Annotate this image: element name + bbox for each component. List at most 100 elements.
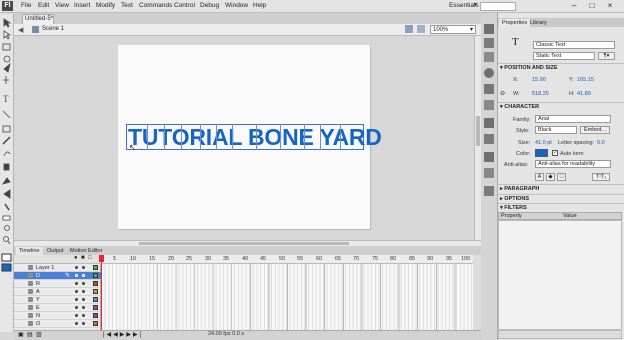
anti-alias-value: Anti-alias for readability xyxy=(538,161,596,167)
menu-debug[interactable]: Debug xyxy=(200,2,219,9)
text-color-swatch[interactable] xyxy=(535,149,548,157)
menu-window[interactable]: Window xyxy=(225,2,248,9)
info-panel-icon[interactable] xyxy=(484,68,494,78)
layer-row[interactable]: D ✎ xyxy=(14,272,101,280)
minimize-button[interactable]: – xyxy=(567,1,581,12)
layer-color-swatch[interactable] xyxy=(93,321,98,326)
new-layer-icon[interactable]: ▣ xyxy=(18,331,24,338)
layer-name: Layer 1 xyxy=(36,265,55,271)
text-orientation-button[interactable]: ¶▾ xyxy=(598,52,615,60)
edit-symbols-icon[interactable] xyxy=(417,25,425,33)
font-style-select[interactable]: Black xyxy=(535,126,577,134)
text-engine-select[interactable]: Classic Text xyxy=(533,41,615,49)
layer-color-swatch[interactable] xyxy=(93,265,98,270)
vertical-scrollbar[interactable] xyxy=(474,36,481,240)
transform-panel-icon[interactable] xyxy=(484,84,494,94)
align-panel-icon[interactable] xyxy=(484,52,494,62)
frame-grid[interactable] xyxy=(101,264,473,330)
tab-motion-editor[interactable]: Motion Editor xyxy=(67,247,105,255)
tab-output[interactable]: Output xyxy=(44,247,67,255)
menu-commands[interactable]: Commands xyxy=(139,2,172,9)
layer-row[interactable]: E xyxy=(14,304,101,312)
delete-layer-icon[interactable]: ▥ xyxy=(36,331,42,338)
options-header[interactable]: ▸ OPTIONS xyxy=(500,196,529,202)
menu-file[interactable]: File xyxy=(21,2,31,9)
layer-row[interactable]: Y xyxy=(14,296,101,304)
y-label: Y: xyxy=(569,77,574,83)
project-panel-icon[interactable] xyxy=(484,186,494,196)
menu-view[interactable]: View xyxy=(55,2,69,9)
tool-icons[interactable]: T xyxy=(0,14,14,332)
ruler-label: 40 xyxy=(242,256,249,262)
actions-panel-icon[interactable] xyxy=(484,152,494,162)
letter-spacing-value[interactable]: 0.0 xyxy=(597,140,605,146)
text-type-select[interactable]: Static Text xyxy=(533,52,595,60)
lasso-icon xyxy=(3,62,11,73)
back-arrow-icon[interactable]: ◀ xyxy=(18,26,23,34)
zoom-select[interactable]: 100% ▾ xyxy=(430,25,476,34)
maximize-button[interactable]: □ xyxy=(585,1,599,12)
x-label: X: xyxy=(513,77,519,83)
menu-insert[interactable]: Insert xyxy=(74,2,90,9)
tab-properties[interactable]: Properties xyxy=(499,19,531,27)
cursor-icon: ↖ xyxy=(129,143,136,152)
tools-panel: T xyxy=(0,14,14,332)
menu-help[interactable]: Help xyxy=(253,2,266,9)
h-value[interactable]: 41.80 xyxy=(577,91,591,97)
playback-controls-icon[interactable]: |◀◀▶▶▶| xyxy=(103,331,143,338)
outline-icon[interactable]: □ xyxy=(88,255,92,261)
embed-button[interactable]: Embed... xyxy=(580,126,610,134)
menu-text[interactable]: Text xyxy=(121,2,133,9)
stage-text[interactable]: TUTORIAL BONE YARD xyxy=(126,124,382,150)
filters-list[interactable] xyxy=(498,220,622,330)
menu-control[interactable]: Control xyxy=(174,2,195,9)
layer-row[interactable]: N xyxy=(14,312,101,320)
menu-modify[interactable]: Modify xyxy=(96,2,115,9)
layer-row[interactable]: A xyxy=(14,288,101,296)
edit-scene-icon[interactable] xyxy=(405,25,413,33)
layer-color-swatch[interactable] xyxy=(93,297,98,302)
history-panel-icon[interactable] xyxy=(484,134,494,144)
tab-timeline[interactable]: Timeline xyxy=(16,247,43,255)
components-panel-icon[interactable] xyxy=(484,100,494,110)
tab-library[interactable]: Library xyxy=(527,19,550,27)
w-value[interactable]: 518.25 xyxy=(532,91,549,97)
layer-color-swatch[interactable] xyxy=(93,313,98,318)
layer-color-swatch[interactable] xyxy=(93,281,98,286)
layer-row[interactable]: Layer 1 xyxy=(14,264,101,272)
eye-icon[interactable]: ● xyxy=(74,255,78,261)
lock-icon[interactable]: ■ xyxy=(81,255,85,261)
position-size-header[interactable]: ▾ POSITION AND SIZE xyxy=(500,65,558,71)
selectable-text-button[interactable]: A xyxy=(535,173,544,181)
new-folder-icon[interactable]: ▤ xyxy=(27,331,33,338)
timeline-ruler[interactable] xyxy=(101,255,473,264)
swatches-panel-icon[interactable] xyxy=(484,38,494,48)
layer-row[interactable]: O xyxy=(14,320,101,328)
size-value[interactable]: 41.0 pt xyxy=(535,140,552,146)
link-icon[interactable]: ⊖ xyxy=(500,90,505,97)
x-value[interactable]: 15.90 xyxy=(532,77,546,83)
superscript-button[interactable]: T¹T₁ xyxy=(592,173,610,181)
y-value[interactable]: 165.15 xyxy=(577,77,594,83)
close-button[interactable]: × xyxy=(603,1,617,12)
border-button[interactable]: □ xyxy=(557,173,566,181)
motion-presets-icon[interactable] xyxy=(484,118,494,128)
layer-color-swatch[interactable] xyxy=(93,273,98,278)
menu-edit[interactable]: Edit xyxy=(38,2,49,9)
code-snippets-icon[interactable] xyxy=(484,168,494,178)
font-family-select[interactable]: Arial xyxy=(535,115,611,123)
auto-kern-checkbox[interactable]: ✓ xyxy=(552,150,558,156)
character-header[interactable]: ▾ CHARACTER xyxy=(500,104,539,110)
paragraph-header[interactable]: ▸ PARAGRAPH xyxy=(500,186,539,192)
document-tab[interactable]: Untitled-5* × xyxy=(22,14,54,31)
anti-alias-select[interactable]: Anti-alias for readability xyxy=(535,160,611,168)
html-render-button[interactable]: ◆ xyxy=(546,173,555,181)
color-panel-icon[interactable] xyxy=(484,24,494,34)
search-input[interactable] xyxy=(480,2,516,11)
layer-row[interactable]: R xyxy=(14,280,101,288)
zoom-value: 100% xyxy=(433,27,449,33)
layer-color-swatch[interactable] xyxy=(93,289,98,294)
filters-header[interactable]: ▾ FILTERS xyxy=(500,205,527,211)
layer-color-swatch[interactable] xyxy=(93,305,98,310)
playhead[interactable] xyxy=(101,255,102,331)
